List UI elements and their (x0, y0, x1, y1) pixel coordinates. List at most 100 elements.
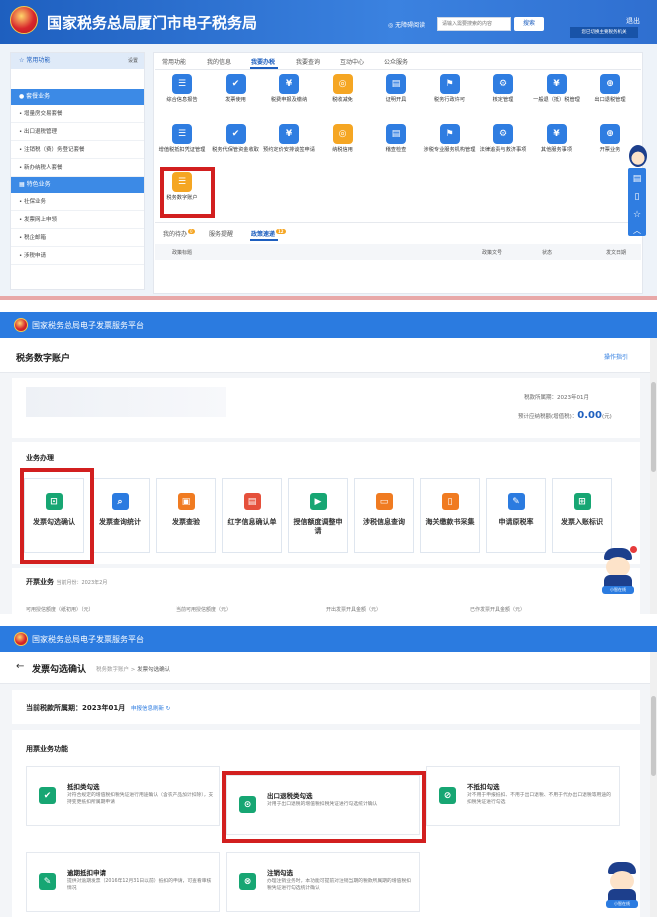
refresh-label: 申报信息刷新 (131, 706, 165, 712)
function-icon: ✎ (39, 873, 56, 890)
national-emblem-logo (14, 318, 28, 332)
tab-service-reminder[interactable]: 服务提醒 (209, 229, 233, 238)
sidebar-item[interactable]: • 增量房交易套餐 (11, 105, 144, 123)
service-item[interactable]: ◎ 纳税信用 (316, 124, 370, 154)
scrollbar-thumb[interactable] (651, 696, 656, 776)
accessibility-link[interactable]: ◎ 无障碍阅读 (388, 20, 425, 29)
tab-query[interactable]: 我要查询 (296, 57, 320, 66)
tile-icon: ▶ (309, 493, 327, 510)
invoicing-month: 当前月份：2023年2月 (56, 580, 108, 586)
search-input[interactable] (437, 17, 511, 31)
platform-title: 国家税务总局电子发票服务平台 (32, 321, 144, 330)
tile-label: 发票查询统计 (99, 518, 141, 526)
tile-icon: ▭ (375, 493, 393, 510)
service-icon: ⚑ (439, 74, 460, 94)
tab-common[interactable]: 常用功能 (162, 57, 186, 66)
service-item[interactable]: ¥ 其他服务事项 (530, 124, 584, 154)
function-card[interactable]: ✎ 逾期抵扣申请 提供对逾期发票（2016年12月31日以前）抵扣的申请，可查看审核… (26, 852, 220, 912)
sidebar-item[interactable]: • 税企邮箱 (11, 229, 144, 247)
scrollbar-track[interactable] (650, 652, 657, 917)
mascot-assistant[interactable]: 小智在线 (604, 862, 640, 908)
business-tile[interactable]: ▯ 海关缴款书采集 (420, 478, 480, 553)
logout-link[interactable]: 退出 (626, 16, 640, 26)
business-section-title: 业务办理 (26, 454, 54, 462)
search-button[interactable]: 搜索 (514, 17, 544, 31)
breadcrumb-parent[interactable]: 税务数字账户 (96, 667, 129, 673)
mascot-avatar-small[interactable] (629, 145, 647, 167)
service-item[interactable]: ✔ 税务代保管资金收取 (209, 124, 263, 154)
refresh-link[interactable]: 申报信息刷新 ↻ (131, 704, 170, 712)
tab-my-todo[interactable]: 我的待办 0 (163, 229, 195, 238)
doc-icon[interactable]: ▤ (630, 172, 644, 186)
tile-label: 授信额度调整申请 (293, 518, 343, 535)
service-item[interactable]: ⊕ 开票业务 (583, 124, 637, 154)
function-card[interactable]: ⊗ 注销勾选 办理注销业务时，本功能可提前对注销当期的税款所属期的增值税扣税凭证进行… (226, 852, 420, 912)
breadcrumb-current: 发票勾选确认 (137, 667, 171, 673)
service-item[interactable]: ▤ 稽查检查 (369, 124, 423, 154)
blurred-company-info (26, 387, 226, 417)
service-item[interactable]: ⚙ 核定管理 (476, 74, 530, 104)
invoicing-sub-4: 已作发票开具金额（元） (470, 607, 526, 613)
business-tile[interactable]: ⌕ 发票查询统计 (90, 478, 150, 553)
sidebar-item[interactable]: • 发票网上申领 (11, 211, 144, 229)
breadcrumb-separator: > (130, 667, 136, 673)
invoicing-title-label: 开票业务 (26, 578, 54, 586)
service-label: 预约定价安排谈签申请 (263, 147, 315, 153)
panel-invoice-check: 国家税务总局电子发票服务平台 ← 发票勾选确认 税务数字账户 > 发票勾选确认 … (0, 626, 657, 917)
tab-policy[interactable]: 政策速递 12 (251, 229, 286, 238)
sidebar-common-title: 常用功能 (26, 57, 51, 64)
sidebar-business-header[interactable]: ● 套餐业务 (11, 89, 144, 105)
sidebar-item[interactable]: • 社保业务 (11, 193, 144, 211)
sidebar-settings-link[interactable]: 设置 (128, 53, 138, 69)
business-tile[interactable]: ▣ 发票查验 (156, 478, 216, 553)
sidebar-item[interactable]: • 注销税（费）务登记套餐 (11, 141, 144, 159)
tab-interact[interactable]: 互动中心 (340, 57, 364, 66)
scrollbar-track[interactable] (650, 338, 657, 614)
user-switch-button[interactable]: 您已切换主要税务机关 (570, 27, 638, 38)
service-item[interactable]: ◎ 税收减免 (316, 74, 370, 104)
help-link[interactable]: 操作指引 (604, 352, 628, 361)
service-item[interactable]: ⚙ 法律追责与救济事项 (476, 124, 530, 154)
up-arrow-icon[interactable]: ︿ (630, 224, 644, 236)
col-policy-number: 政策文号 (482, 250, 503, 256)
national-emblem-logo (14, 632, 28, 646)
service-label: 证明开具 (385, 97, 407, 103)
sidebar-item[interactable]: • 新办纳税人套餐 (11, 159, 144, 177)
business-tile[interactable]: ▤ 红字信息确认单 (222, 478, 282, 553)
tab-do-tax[interactable]: 我要办税 (251, 57, 275, 66)
sidebar-item[interactable]: • 出口退税管理 (11, 123, 144, 141)
sidebar-special-header[interactable]: ▦ 特色业务 (11, 177, 144, 193)
service-item[interactable]: ⚑ 涉税专业服务机构管理 (423, 124, 477, 154)
service-item[interactable]: ¥ 一般退（抵）税管理 (530, 74, 584, 104)
book-icon[interactable]: ▯ (630, 190, 644, 204)
service-icon: ¥ (546, 74, 567, 94)
function-card[interactable]: ⊘ 不抵扣勾选 对不用于申报抵扣、不用于出口退税、不用于代办出口退税等用途的扣税凭证… (426, 766, 620, 826)
service-item[interactable]: ¥ 预约定价安排谈签申请 (262, 124, 316, 154)
scrollbar-thumb[interactable] (651, 382, 656, 472)
service-icon: ◎ (332, 124, 353, 144)
sidebar-common-header[interactable]: ☆ 常用功能 设置 (11, 53, 144, 69)
tab-my-info[interactable]: 我的信息 (207, 57, 231, 66)
service-item[interactable]: ☰ 综合信息报告 (155, 74, 209, 104)
functions-section-title: 用票业务功能 (26, 745, 68, 753)
business-tile[interactable]: ✎ 申请原税率 (486, 478, 546, 553)
back-arrow-icon[interactable]: ← (16, 661, 24, 672)
function-card[interactable]: ✔ 抵扣类勾选 对符合规定的增值税扣税凭证进行用途确认（含农产品加计扣除），支持变更… (26, 766, 220, 826)
service-item[interactable]: ▤ 证明开具 (369, 74, 423, 104)
service-item[interactable]: ¥ 税费申报及缴纳 (262, 74, 316, 104)
service-icon: ⚑ (439, 124, 460, 144)
service-item[interactable]: ✔ 发票使用 (209, 74, 263, 104)
business-tile[interactable]: ▭ 涉税信息查询 (354, 478, 414, 553)
service-item[interactable]: ☰ 增值税抵扣凭证管理 (155, 124, 209, 154)
star-outline-icon[interactable]: ☆ (630, 208, 644, 222)
service-item[interactable]: ⚑ 税务行政许可 (423, 74, 477, 104)
service-icon: ☰ (172, 74, 192, 94)
service-item[interactable]: ⊕ 出口退税管理 (583, 74, 637, 104)
mascot-assistant[interactable]: 小智在线 (600, 546, 637, 594)
business-tile[interactable]: ⊞ 发票入账标识 (552, 478, 612, 553)
col-issue-date: 发文日期 (606, 250, 627, 256)
tab-public[interactable]: 公众服务 (384, 57, 408, 66)
notification-dot (630, 546, 637, 553)
sidebar-item[interactable]: • 涉税申请 (11, 247, 144, 265)
business-tile[interactable]: ▶ 授信额度调整申请 (288, 478, 348, 553)
